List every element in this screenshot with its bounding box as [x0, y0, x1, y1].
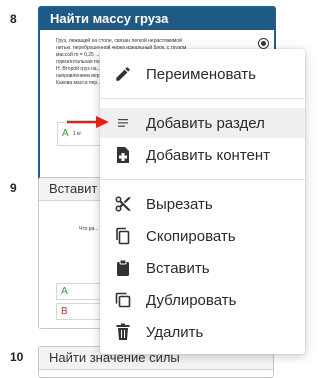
menu-item-copy[interactable]: Скопировать — [100, 221, 305, 251]
menu-item-label: Добавить контент — [146, 146, 271, 164]
trash-icon — [100, 317, 146, 347]
menu-item-label: Вырезать — [146, 195, 213, 213]
menu-item-cut[interactable]: Вырезать — [100, 189, 305, 219]
menu-item-paste[interactable]: Вставить — [100, 253, 305, 283]
slide-number: 10 — [10, 350, 24, 364]
menu-item-duplicate[interactable]: Дублировать — [100, 285, 305, 315]
menu-divider — [100, 179, 305, 180]
menu-item-label: Скопировать — [146, 227, 236, 245]
slide-number: 9 — [10, 181, 17, 195]
slide-body: Что ра... — [79, 226, 99, 232]
slide-title: Найти массу груза — [40, 8, 274, 30]
answer-option-a: A — [56, 283, 104, 300]
menu-item-label: Дублировать — [146, 291, 237, 309]
radio-selected-icon — [258, 38, 269, 49]
body-line: Груз, лежащий на столе, связан легкой не… — [56, 38, 182, 44]
answer-letter: B — [61, 306, 68, 317]
menu-item-label: Удалить — [146, 323, 204, 341]
menu-item-label: Переименовать — [146, 65, 256, 83]
menu-divider — [100, 98, 305, 99]
menu-item-delete[interactable]: Удалить — [100, 317, 305, 347]
pencil-icon — [100, 59, 146, 89]
menu-item-label: Добавить раздел — [146, 114, 265, 132]
menu-item-add-content[interactable]: Добавить контент — [100, 140, 305, 170]
answer-option-b: B — [56, 303, 104, 320]
slide-number: 8 — [10, 12, 17, 26]
scissors-icon — [100, 189, 146, 219]
clipboard-icon — [100, 253, 146, 283]
duplicate-icon — [100, 285, 146, 315]
copy-icon — [100, 221, 146, 251]
menu-item-rename[interactable]: Переименовать — [100, 59, 305, 89]
answer-value: 1 кг — [73, 131, 82, 137]
context-menu: Переименовать Добавить раздел Добавить к… — [100, 49, 305, 354]
answer-letter: A — [62, 128, 69, 139]
menu-item-label: Вставить — [146, 259, 210, 277]
answer-letter: A — [61, 286, 68, 297]
add-content-icon — [100, 140, 146, 170]
red-arrow-icon — [67, 116, 109, 128]
menu-item-add-section[interactable]: Добавить раздел — [100, 108, 305, 138]
